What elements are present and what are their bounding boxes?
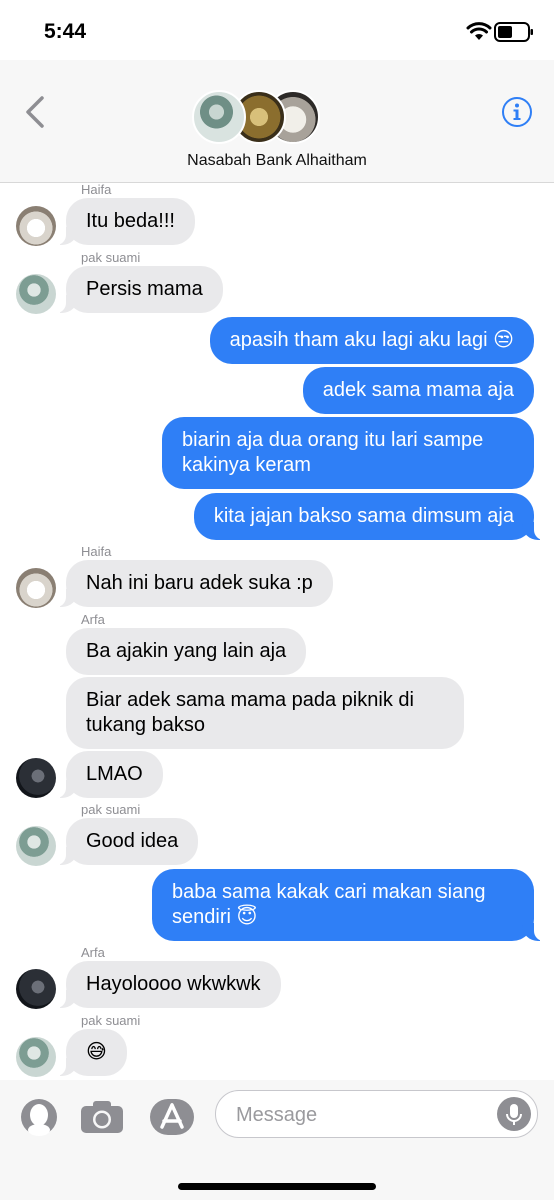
message-bubble-incoming[interactable]: Itu beda!!!	[56, 198, 195, 245]
avatar[interactable]	[16, 274, 56, 314]
message-text: Itu beda!!!	[86, 210, 175, 232]
message-text: Good idea	[86, 830, 179, 852]
message-text: LMAO	[86, 763, 143, 785]
sender-name: Haifa	[81, 182, 112, 197]
message-text: Ba ajakin yang lain aja	[86, 640, 287, 662]
message-text: 😅	[86, 1041, 107, 1063]
sender-name: pak suami	[81, 1013, 141, 1028]
message-text: Biar adek sama mama pada piknik di tukan…	[86, 689, 414, 736]
composer-bar	[0, 1080, 554, 1200]
sender-name: Arfa	[81, 612, 105, 627]
info-icon[interactable]	[501, 96, 533, 128]
avatar[interactable]	[16, 758, 56, 798]
message-text: Hayoloooo wkwkwk	[86, 973, 261, 995]
microphone-button[interactable]	[497, 1097, 531, 1131]
message-bubble-incoming[interactable]: Ba ajakin yang lain aja	[66, 628, 307, 675]
group-name[interactable]: Nasabah Bank Alhaitham	[0, 152, 554, 170]
camera-icon[interactable]	[80, 1100, 124, 1134]
avatar[interactable]	[16, 969, 56, 1009]
microphone-icon	[506, 1104, 522, 1125]
message-text: kita jajan bakso sama dimsum aja	[213, 505, 514, 527]
message-text: biarin aja dua orang itu lari sampe kaki…	[182, 429, 484, 476]
sender-name: pak suami	[81, 250, 141, 265]
avatar[interactable]	[16, 206, 56, 246]
message-bubble-incoming[interactable]: Persis mama	[56, 266, 223, 313]
message-text: baba sama kakak cari makan siang sendiri…	[172, 881, 486, 928]
wifi-icon	[466, 22, 492, 40]
memoji-icon[interactable]	[20, 1098, 58, 1136]
message-text: apasih tham aku lagi aku lagi 😒	[229, 329, 514, 351]
sender-name: Arfa	[81, 945, 105, 960]
group-avatar-stack[interactable]	[192, 90, 322, 148]
message-bubble-incoming[interactable]: Good idea	[55, 818, 199, 865]
message-input[interactable]	[234, 1101, 488, 1129]
sender-name: pak suami	[81, 802, 141, 817]
message-bubble-outgoing[interactable]: baba sama kakak cari makan siang sendiri…	[152, 869, 544, 941]
message-bubble-incoming[interactable]: Biar adek sama mama pada piknik di tukan…	[66, 677, 464, 749]
avatar[interactable]	[16, 1037, 56, 1077]
message-bubble-outgoing[interactable]: adek sama mama aja	[302, 367, 534, 414]
back-chevron-icon[interactable]	[22, 94, 52, 130]
conversation-header: Nasabah Bank Alhaitham	[0, 60, 554, 183]
home-indicator	[178, 1183, 376, 1190]
message-bubble-outgoing[interactable]: kita jajan bakso sama dimsum aja	[193, 493, 545, 540]
message-text: adek sama mama aja	[322, 379, 514, 401]
message-bubble-incoming[interactable]: Nah ini baru adek suka :p	[56, 560, 333, 607]
sender-name: Haifa	[81, 544, 112, 559]
battery-icon	[494, 22, 533, 42]
message-text: Persis mama	[86, 278, 203, 300]
avatar[interactable]	[16, 826, 56, 866]
status-time: 5:44	[44, 20, 87, 43]
avatar[interactable]	[16, 568, 56, 608]
group-avatar	[192, 90, 246, 144]
message-input-field[interactable]	[215, 1090, 538, 1138]
message-text: Nah ini baru adek suka :p	[86, 572, 313, 594]
message-bubble-incoming[interactable]: Hayoloooo wkwkwk	[56, 961, 281, 1008]
message-bubble-incoming[interactable]: LMAO	[56, 751, 163, 798]
message-bubble-incoming[interactable]: 😅	[56, 1029, 127, 1076]
status-bar: 5:44	[0, 0, 554, 60]
message-bubble-outgoing[interactable]: biarin aja dua orang itu lari sampe kaki…	[162, 417, 534, 489]
message-bubble-outgoing[interactable]: apasih tham aku lagi aku lagi 😒	[209, 317, 534, 364]
app-store-icon[interactable]	[149, 1098, 195, 1136]
